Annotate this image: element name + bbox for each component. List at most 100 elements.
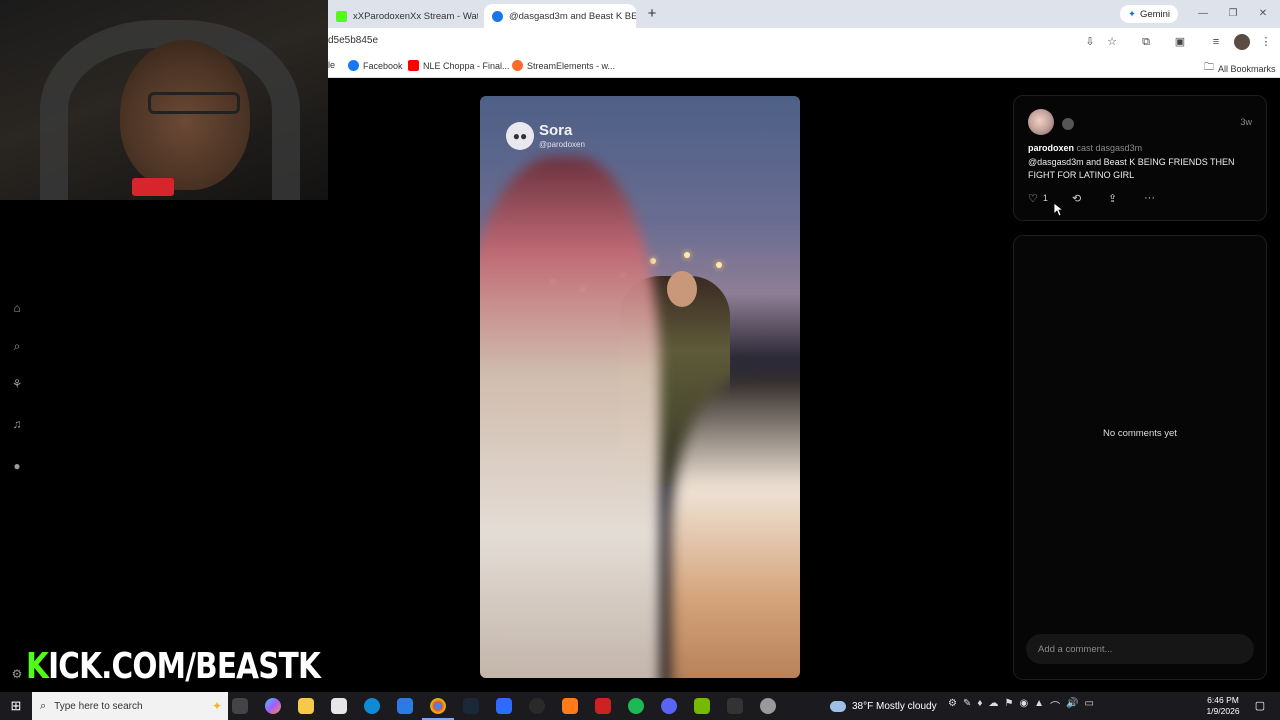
close-window-button[interactable]: ✕ (1254, 6, 1272, 22)
search-icon[interactable]: ⌕ (9, 338, 25, 354)
app-icon[interactable] (760, 698, 776, 714)
steam-icon[interactable] (463, 698, 479, 714)
remix-button[interactable]: ⟲ (1072, 191, 1081, 205)
discord-icon[interactable] (661, 698, 677, 714)
obs-icon[interactable] (529, 698, 545, 714)
streamer-face (120, 40, 250, 190)
tab-label: @dasgasd3m and Beast K BEING (509, 10, 636, 22)
sora-logo-icon: ●● (506, 122, 534, 150)
more-button[interactable]: ··· (1144, 191, 1155, 205)
tab-sora-video[interactable]: @dasgasd3m and Beast K BEING 🔊 ✕ (484, 4, 636, 28)
bookmark-facebook[interactable]: Facebook (348, 60, 403, 71)
bell-icon[interactable]: ♫ (9, 416, 25, 432)
maximize-button[interactable]: ❐ (1224, 6, 1242, 22)
tray-icon[interactable]: ☁ (988, 698, 998, 713)
weather-widget[interactable]: 38°F Mostly cloudy (830, 692, 937, 720)
spotify-icon[interactable] (628, 698, 644, 714)
new-tab-button[interactable]: + (642, 4, 662, 24)
notification-icon[interactable]: ▢ (1252, 698, 1268, 714)
mail-icon[interactable] (397, 698, 413, 714)
app-icon[interactable] (595, 698, 611, 714)
gemini-button[interactable]: ✦ Gemini (1120, 5, 1178, 23)
tray-icon[interactable]: ♦ (977, 698, 982, 713)
tab-label: xXParodoxenXx Stream - Watch (353, 10, 478, 22)
task-view-icon[interactable] (232, 698, 248, 714)
bing-sparkle-icon: ✦ (211, 699, 222, 713)
kick-icon (336, 10, 347, 22)
profile-avatar[interactable] (1234, 34, 1250, 50)
app-icon[interactable] (727, 698, 743, 714)
file-explorer-icon[interactable] (298, 698, 314, 714)
share-icon: ⇪ (1108, 192, 1118, 205)
gemini-label: Gemini (1139, 8, 1171, 20)
post-age: 3w (1240, 117, 1252, 127)
volume-icon[interactable]: 🔊 (1066, 698, 1078, 713)
cloud-icon (830, 700, 846, 712)
video-player[interactable]: ●● Sora @parodoxen (480, 96, 800, 678)
install-icon[interactable]: ⇩ (1082, 34, 1098, 50)
tray-icon[interactable]: ▲ (1034, 698, 1044, 713)
clock-time: 6:46 PM (1207, 695, 1239, 705)
all-bookmarks-label: All Bookmarks (1218, 63, 1276, 74)
nvidia-icon[interactable] (694, 698, 710, 714)
edge-icon[interactable] (364, 698, 380, 714)
mic-light (132, 178, 174, 196)
webcam-overlay (0, 0, 328, 200)
app-icon[interactable] (496, 698, 512, 714)
facebook-icon (348, 60, 359, 71)
kick-k-letter: K (26, 646, 49, 687)
wifi-icon[interactable]: ⌒ (1050, 698, 1060, 713)
foreground-figure (480, 156, 660, 678)
streamelements-icon (512, 60, 523, 71)
author-username[interactable]: parodoxen (1028, 143, 1074, 153)
post-author: parodoxen cast dasgasd3m (1028, 143, 1142, 153)
like-count: 1 (1042, 193, 1048, 203)
media-icon[interactable]: ≡ (1208, 34, 1224, 50)
extensions-icon[interactable]: ⧉ (1138, 34, 1154, 50)
all-bookmarks-button[interactable]: 🗀 All Bookmarks (1204, 60, 1276, 77)
clock-date: 1/9/2026 (1206, 706, 1240, 716)
author-meta[interactable]: cast dasgasd3m (1077, 143, 1143, 153)
post-caption: @dasgasd3m and Beast K BEING FRIENDS THE… (1028, 157, 1235, 180)
tray-icon[interactable]: ⚑ (1004, 698, 1013, 713)
network-icon[interactable]: ▭ (1085, 698, 1094, 713)
minimize-button[interactable]: — (1194, 6, 1212, 22)
heart-icon: ♡ (1028, 192, 1038, 205)
bookmark-label: Facebook (363, 60, 403, 71)
home-icon[interactable]: ⌂ (9, 300, 25, 316)
bookmark-partial[interactable]: le (328, 60, 335, 70)
windows-taskbar: ⊞ ⌕ ✦ 38°F Mostly cloudy ⚙ ✎ ♦ ☁ ⚑ ◉ ▲ ⌒… (0, 692, 1280, 720)
more-icon: ··· (1144, 192, 1155, 204)
taskbar-search[interactable]: ⌕ ✦ (32, 692, 228, 720)
taskbar-search-input[interactable] (54, 700, 175, 712)
bookmark-streamelements[interactable]: StreamElements - w... (512, 60, 615, 71)
cameo-badge-icon (1062, 118, 1074, 130)
sidepanel-icon[interactable]: ▣ (1172, 34, 1188, 50)
comment-input[interactable] (1026, 634, 1254, 664)
tray-icon[interactable]: ⚙ (948, 698, 957, 713)
bookmark-youtube[interactable]: NLE Choppa - Final... (408, 60, 510, 71)
woman-face (667, 271, 697, 307)
settings-icon[interactable]: ⚙ (9, 666, 25, 682)
like-button[interactable]: ♡ 1 (1028, 191, 1048, 205)
tray-icon[interactable]: ✎ (963, 698, 971, 713)
copilot-icon[interactable] (265, 698, 281, 714)
app-icon[interactable] (562, 698, 578, 714)
store-icon[interactable] (331, 698, 347, 714)
address-bar: d5e5b845e ⇩ ☆ ⧉ ▣ ≡ ⋮ (328, 28, 1280, 56)
windows-start-icon[interactable]: ⊞ (0, 692, 32, 720)
profile-icon[interactable]: ● (9, 458, 25, 474)
menu-icon[interactable]: ⋮ (1258, 34, 1274, 50)
url-field[interactable]: d5e5b845e (328, 35, 378, 46)
star-icon[interactable]: ☆ (1104, 34, 1120, 50)
kick-url-overlay: KICK.COM/BEASTK (26, 646, 321, 687)
chrome-icon[interactable] (422, 698, 454, 720)
share-button[interactable]: ⇪ (1108, 191, 1117, 205)
taskbar-clock[interactable]: 6:46 PM 1/9/2026 (1200, 695, 1246, 717)
comments-panel: No comments yet (1013, 235, 1267, 680)
tab-kick-stream[interactable]: xXParodoxenXx Stream - Watch ✕ (328, 4, 478, 28)
explore-icon[interactable]: ⚘ (9, 376, 25, 392)
author-avatar[interactable] (1028, 109, 1054, 135)
video-watermark-brand: Sora (539, 122, 573, 139)
tray-icon[interactable]: ◉ (1019, 698, 1028, 713)
